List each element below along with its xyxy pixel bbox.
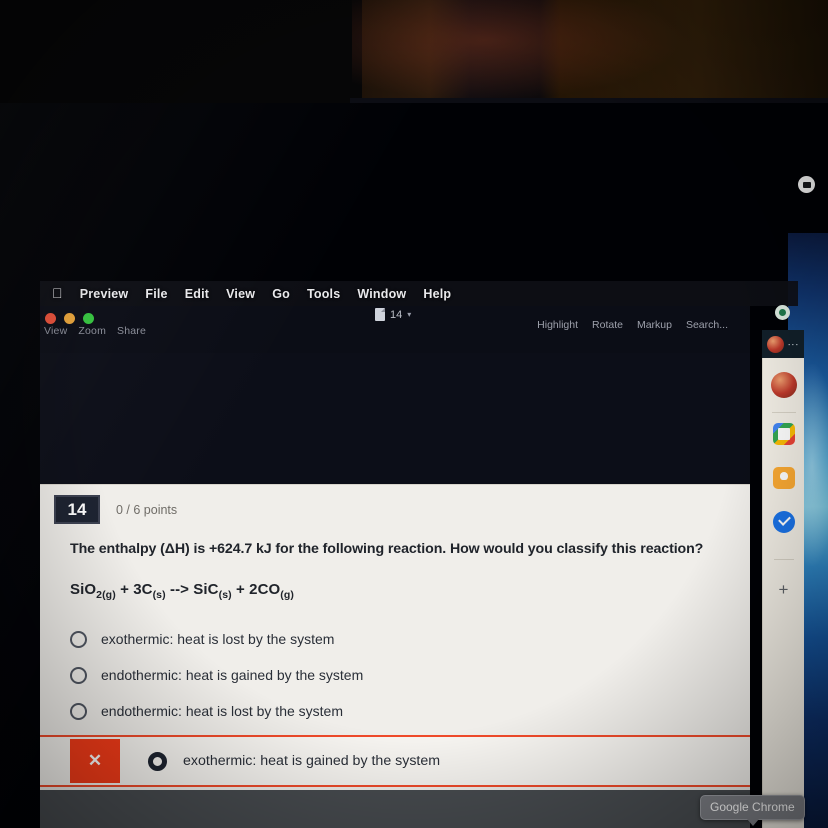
divider bbox=[771, 412, 796, 413]
divider bbox=[773, 559, 794, 560]
green-status-dot-icon bbox=[775, 305, 790, 320]
add-app-button[interactable]: + bbox=[779, 580, 789, 600]
photographed-monitor-screenshot:  Preview File Edit View Go Tools Window… bbox=[0, 0, 828, 828]
radio-button-icon[interactable] bbox=[70, 630, 87, 648]
toolbar-search-button[interactable]: Search... bbox=[686, 319, 728, 331]
answer-option-label: exothermic: heat is gained by the system bbox=[183, 753, 441, 770]
google-calendar-icon[interactable] bbox=[772, 423, 795, 445]
camera-icon bbox=[798, 176, 815, 193]
menu-item-edit[interactable]: Edit bbox=[185, 287, 209, 301]
radio-button-icon[interactable] bbox=[70, 702, 87, 720]
radio-button-icon[interactable] bbox=[70, 666, 87, 684]
menu-item-tools[interactable]: Tools bbox=[307, 287, 340, 301]
room-dark-wall bbox=[0, 0, 362, 110]
browser-profile-strip[interactable]: ⋮ bbox=[762, 330, 804, 358]
room-warm-light bbox=[352, 0, 682, 100]
menu-item-go[interactable]: Go bbox=[272, 287, 290, 301]
google-keep-icon[interactable] bbox=[772, 467, 795, 489]
answer-option-selected-incorrect[interactable]: ✕ exothermic: heat is gained by the syst… bbox=[40, 735, 750, 788]
toolbar-view-button[interactable]: View bbox=[44, 325, 67, 337]
radio-button-selected-icon[interactable] bbox=[148, 751, 167, 771]
chemical-equation: SiO2(g) + 3C(s) --> SiC(s) + 2CO(g) bbox=[70, 581, 726, 601]
incorrect-marker-icon: ✕ bbox=[70, 739, 120, 784]
chrome-side-panel: + bbox=[762, 358, 804, 828]
monitor-screen:  Preview File Edit View Go Tools Window… bbox=[0, 103, 828, 828]
document-icon bbox=[375, 308, 385, 321]
question-header: 14 0 / 6 points bbox=[40, 485, 750, 532]
answer-option-label: endothermic: heat is lost by the system bbox=[101, 703, 343, 720]
apple-logo-icon[interactable]:  bbox=[52, 286, 63, 300]
answer-options: exothermic: heat is lost by the system e… bbox=[40, 621, 750, 788]
preview-toolbar-right[interactable]: Highlight Rotate Markup Search... bbox=[537, 319, 728, 331]
minimize-button[interactable] bbox=[64, 313, 75, 324]
equation-part: + 2CO bbox=[231, 581, 281, 599]
equation-part: + 3C bbox=[115, 581, 153, 599]
preview-titlebar: View Zoom Share 14 ▾ Highlight Rotate Ma… bbox=[40, 306, 750, 353]
equation-sub: (g) bbox=[280, 589, 295, 602]
avatar[interactable] bbox=[766, 335, 784, 353]
avatar[interactable] bbox=[770, 372, 797, 398]
equation-part: --> SiC bbox=[165, 581, 219, 599]
points-label: 0 / 6 points bbox=[116, 502, 178, 517]
toolbar-zoom-button[interactable]: Zoom bbox=[78, 325, 106, 337]
equation-part: SiO bbox=[70, 581, 97, 599]
pdf-upper-blank-area bbox=[40, 353, 750, 484]
equation-sub: (s) bbox=[218, 589, 232, 602]
menu-item-preview[interactable]: Preview bbox=[80, 287, 129, 301]
toolbar-share-button[interactable]: Share bbox=[117, 325, 146, 337]
menu-item-view[interactable]: View bbox=[226, 287, 255, 301]
google-tasks-icon[interactable] bbox=[772, 511, 795, 533]
zoom-button[interactable] bbox=[83, 313, 94, 324]
question-number-badge: 14 bbox=[54, 495, 100, 524]
close-button[interactable] bbox=[45, 313, 56, 324]
menu-item-window[interactable]: Window bbox=[357, 287, 406, 301]
toolbar-highlight-button[interactable]: Highlight bbox=[537, 319, 578, 331]
equation-sub: 2(g) bbox=[96, 589, 116, 602]
question-text: The enthalpy (ΔH) is +624.7 kJ for the f… bbox=[70, 541, 704, 557]
answer-option[interactable]: exothermic: heat is lost by the system bbox=[70, 621, 726, 657]
menu-item-help[interactable]: Help bbox=[423, 287, 451, 301]
equation-sub: (s) bbox=[152, 589, 166, 602]
quiz-document-page: 14 0 / 6 points The enthalpy (ΔH) is +62… bbox=[40, 484, 750, 790]
preview-toolbar-left[interactable]: View Zoom Share bbox=[44, 325, 146, 337]
preview-canvas-backdrop bbox=[40, 790, 750, 828]
menu-item-file[interactable]: File bbox=[145, 287, 167, 301]
answer-option-label: exothermic: heat is lost by the system bbox=[101, 631, 335, 648]
answer-option[interactable]: endothermic: heat is gained by the syste… bbox=[70, 657, 726, 693]
macos-menu-bar[interactable]:  Preview File Edit View Go Tools Window… bbox=[40, 281, 798, 306]
question-body: The enthalpy (ΔH) is +624.7 kJ for the f… bbox=[40, 532, 750, 788]
chevron-down-icon[interactable]: ▾ bbox=[407, 310, 411, 319]
dock-tooltip: Google Chrome bbox=[700, 795, 805, 826]
window-traffic-lights[interactable] bbox=[45, 313, 94, 324]
more-options-icon[interactable]: ⋮ bbox=[786, 339, 798, 349]
answer-option[interactable]: endothermic: heat is lost by the system bbox=[70, 693, 726, 729]
preview-window: View Zoom Share 14 ▾ Highlight Rotate Ma… bbox=[40, 306, 750, 828]
answer-option-label: endothermic: heat is gained by the syste… bbox=[101, 667, 364, 684]
page-number: 14 bbox=[390, 308, 403, 321]
page-indicator[interactable]: 14 ▾ bbox=[375, 308, 411, 321]
toolbar-markup-button[interactable]: Markup bbox=[637, 319, 672, 331]
toolbar-rotate-button[interactable]: Rotate bbox=[592, 319, 623, 331]
